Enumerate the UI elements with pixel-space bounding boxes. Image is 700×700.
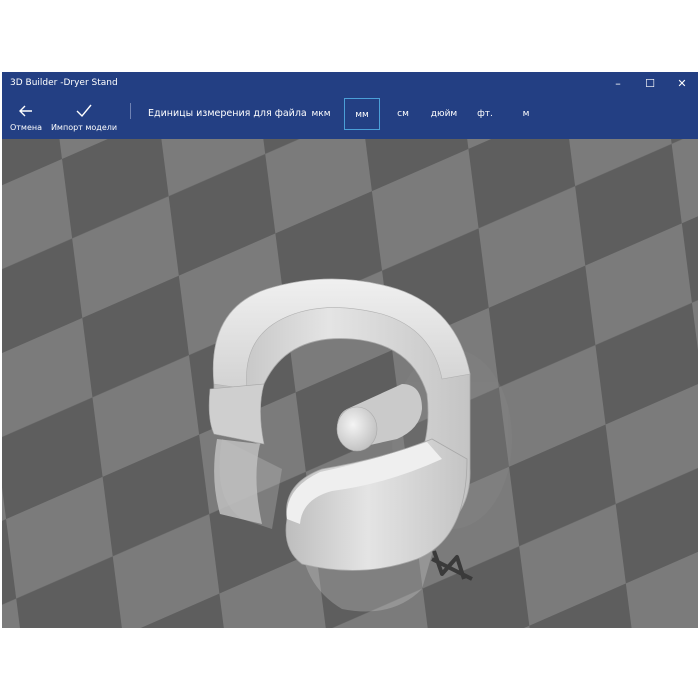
import-label: Импорт модели (50, 123, 118, 132)
unit-cm-button[interactable]: см (388, 98, 418, 130)
unit-um-button[interactable]: мкм (306, 98, 336, 130)
unit-mm-button[interactable]: мм (344, 98, 380, 130)
title-bar[interactable]: 3D Builder -Dryer Stand – ☐ ✕ (2, 72, 698, 96)
back-arrow-icon (19, 105, 32, 117)
minimize-button[interactable]: – (602, 72, 634, 96)
units-label: Единицы измерения для файла (148, 108, 307, 119)
toolbar-divider (130, 103, 131, 119)
app-window: 3D Builder -Dryer Stand – ☐ ✕ Отмена Имп… (2, 72, 698, 628)
cancel-label: Отмена (9, 123, 43, 132)
checkmark-icon (76, 104, 92, 118)
unit-inch-button[interactable]: дюйм (426, 98, 462, 130)
close-button[interactable]: ✕ (666, 72, 698, 96)
import-model-button[interactable]: Импорт модели (50, 98, 118, 138)
cancel-button[interactable]: Отмена (6, 98, 46, 138)
unit-m-button[interactable]: м (512, 98, 540, 130)
maximize-button[interactable]: ☐ (634, 72, 666, 96)
3d-viewport[interactable] (2, 139, 698, 628)
unit-ft-button[interactable]: фт. (470, 98, 500, 130)
window-title: 3D Builder -Dryer Stand (10, 78, 118, 88)
toolbar: Отмена Импорт модели Единицы измерения д… (2, 96, 698, 139)
